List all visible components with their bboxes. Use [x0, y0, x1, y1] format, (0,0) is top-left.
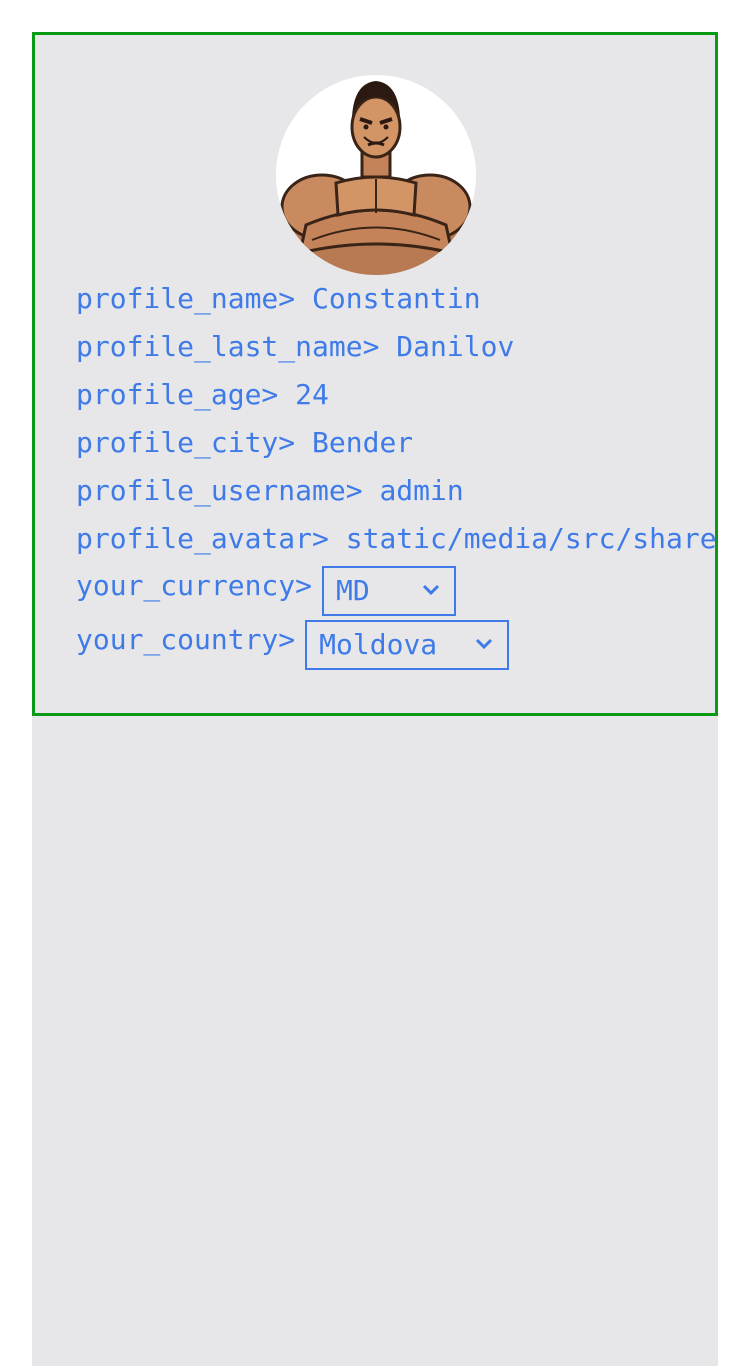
field-value: admin: [379, 474, 464, 507]
currency-select[interactable]: MD: [322, 566, 457, 616]
field-label: profile_avatar>: [76, 522, 329, 555]
country-label: your_country>: [76, 623, 296, 656]
field-label: profile_username>: [76, 474, 363, 507]
field-value: 24: [295, 378, 329, 411]
profile-field-age: profile_age> 24: [76, 375, 715, 423]
currency-selected-value: MD: [336, 574, 370, 607]
avatar: [276, 75, 476, 275]
bodybuilder-avatar-icon: [280, 81, 472, 275]
field-value: static/media/src/share: [345, 522, 717, 555]
profile-field-list: profile_name> Constantin profile_last_na…: [76, 279, 717, 567]
field-value: Danilov: [396, 330, 515, 363]
profile-field-avatar: profile_avatar> static/media/src/share: [76, 519, 717, 567]
field-value: Constantin: [312, 282, 481, 315]
field-label: profile_last_name>: [76, 330, 380, 363]
profile-field-last-name: profile_last_name> Danilov: [76, 327, 715, 375]
profile-field-city: profile_city> Bender: [76, 423, 715, 471]
chevron-down-icon: [422, 584, 440, 596]
country-select[interactable]: Moldova: [305, 620, 510, 670]
currency-row: your_currency> MD: [76, 566, 457, 616]
country-selected-value: Moldova: [319, 628, 438, 661]
profile-card: profile_name> Constantin profile_last_na…: [32, 32, 718, 716]
field-label: profile_name>: [76, 282, 296, 315]
field-label: profile_city>: [76, 426, 296, 459]
profile-field-username: profile_username> admin: [76, 471, 715, 519]
field-value: Bender: [312, 426, 414, 459]
chevron-down-icon: [476, 638, 493, 650]
field-label: profile_age>: [76, 378, 279, 411]
currency-label: your_currency>: [76, 569, 313, 602]
country-row: your_country> Moldova: [76, 620, 510, 670]
profile-field-name: profile_name> Constantin: [76, 279, 715, 327]
